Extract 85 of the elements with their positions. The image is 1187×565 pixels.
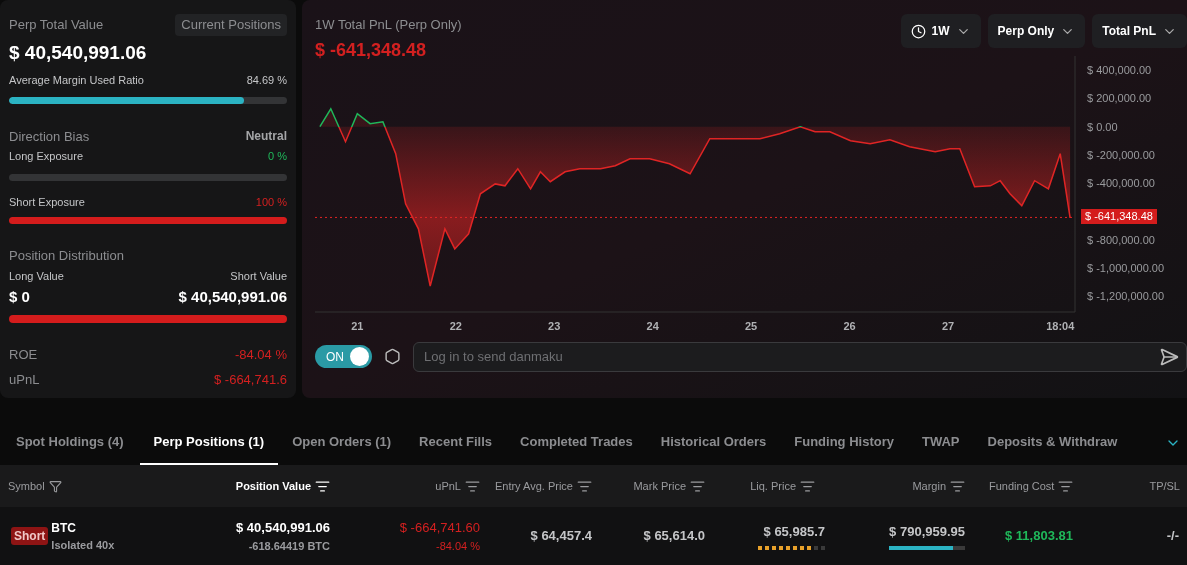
section-title: Direction Bias <box>9 127 90 146</box>
column-header[interactable]: Symbol <box>8 477 45 495</box>
y-axis-label: $ 200,000.00 <box>1087 91 1152 104</box>
x-axis-label: 23 <box>548 319 561 332</box>
stat-value: -84.04 % <box>234 345 287 364</box>
side-badge: Short <box>11 527 49 545</box>
metric-label: Long Value <box>9 268 64 284</box>
table-cell-text: $ 40,540,991.06 <box>236 519 330 537</box>
filter-icon[interactable] <box>48 479 62 493</box>
card-title: Perp Total Value <box>9 16 104 34</box>
table-cell-text: $ 65,985.7 <box>763 523 825 542</box>
sort-icon[interactable] <box>577 478 592 494</box>
tab[interactable]: Deposits & Withdraw <box>973 420 1132 465</box>
metric-value: 84.69 % <box>246 73 287 88</box>
metric-label: Short Exposure <box>9 194 85 210</box>
pnl-value: $ -641,348.48 <box>315 38 428 62</box>
table-cell-text: -/- <box>1166 527 1179 546</box>
tab[interactable]: Completed Trades <box>506 420 647 465</box>
table-cell-text: -618.64419 BTC <box>248 538 330 554</box>
tab[interactable]: TWAP <box>907 420 974 465</box>
sort-icon[interactable] <box>465 478 480 494</box>
column-header[interactable]: Margin <box>912 477 946 495</box>
metric-value: 0 % <box>268 149 287 164</box>
filter-dropdown[interactable]: Perp Only <box>987 14 1086 48</box>
x-axis-label: 24 <box>646 319 659 332</box>
tab[interactable]: Funding History <box>780 420 908 465</box>
metric-label: Average Margin Used Ratio <box>9 73 144 88</box>
column-header[interactable]: Funding Cost <box>989 477 1055 495</box>
y-axis-label: $ -800,000.00 <box>1087 233 1155 246</box>
metric-label: Short Value <box>230 268 287 284</box>
symbol-name: BTC <box>51 519 77 537</box>
margin-mode: Isolated 40x <box>51 537 115 553</box>
danmaku-input[interactable]: Log in to send danmaku <box>413 341 1187 372</box>
x-axis-label: 27 <box>941 319 955 332</box>
x-axis-label: 18:04 <box>1046 319 1075 332</box>
sort-icon[interactable] <box>950 478 965 494</box>
stat-value: $ -664,741.6 <box>214 371 287 389</box>
column-header[interactable]: uPnL <box>435 477 461 495</box>
settings-icon[interactable] <box>384 348 401 365</box>
column-header[interactable]: TP/SL <box>1149 477 1180 495</box>
table-cell-text: $ -664,741.60 <box>399 519 480 537</box>
long-value: $ 0 <box>9 287 30 307</box>
column-header[interactable]: Mark Price <box>633 477 686 495</box>
y-axis-label: $ -400,000.00 <box>1087 176 1155 189</box>
filter-dropdown[interactable]: 1W <box>900 14 981 48</box>
column-header[interactable]: Liq. Price <box>750 477 796 495</box>
sort-icon[interactable] <box>690 478 705 494</box>
current-value-tag: $ -641,348.48 <box>1081 209 1157 225</box>
chart-title: 1W Total PnL (Perp Only) <box>315 16 462 34</box>
metric-value: 100 % <box>255 194 287 210</box>
stat-label: ROE <box>9 345 38 364</box>
total-value: $ 40,540,991.06 <box>9 40 148 65</box>
y-axis-label: $ 0.00 <box>1087 120 1118 133</box>
x-axis-label: 25 <box>745 319 758 332</box>
tab[interactable]: Open Orders (1) <box>278 420 406 465</box>
danmaku-toggle[interactable]: ON <box>315 345 372 368</box>
stat-label: uPnL <box>9 371 40 389</box>
table-cell-text: -84.04 % <box>435 538 480 554</box>
send-icon[interactable] <box>1159 346 1179 367</box>
short-value: $ 40,540,991.06 <box>178 287 287 307</box>
y-axis-label: $ -1,200,000.00 <box>1087 289 1165 302</box>
table-cell-text: $ 64,457.4 <box>530 527 592 546</box>
sort-icon[interactable] <box>315 478 330 494</box>
section-title: Position Distribution <box>9 247 125 265</box>
tab[interactable]: Spot Holdings (4) <box>0 420 140 465</box>
y-axis-label: $ 400,000.00 <box>1087 63 1152 76</box>
table-cell-text: $ 65,614.0 <box>643 527 705 546</box>
clock-icon <box>910 23 926 39</box>
tab[interactable]: Historical Orders <box>646 420 781 465</box>
column-header[interactable]: Entry Avg. Price <box>494 477 573 495</box>
x-axis-label: 26 <box>843 319 856 332</box>
x-axis-label: 22 <box>449 319 462 332</box>
tab[interactable]: Recent Fills <box>405 420 507 465</box>
table-cell-text: $ 11,803.81 <box>1005 527 1073 546</box>
direction-value: Neutral <box>245 127 287 145</box>
sort-icon[interactable] <box>1058 478 1074 494</box>
x-axis-label: 21 <box>351 319 364 332</box>
metric-label: Long Exposure <box>9 149 83 164</box>
sort-icon[interactable] <box>800 478 815 494</box>
y-axis-label: $ -1,000,000.00 <box>1087 261 1165 274</box>
column-header[interactable]: Position Value <box>235 477 311 495</box>
filter-dropdown[interactable]: Total PnL <box>1092 14 1187 48</box>
current-positions-badge: Current Positions <box>175 14 287 36</box>
y-axis-label: $ -200,000.00 <box>1087 148 1155 161</box>
table-cell-text: $ 790,959.95 <box>889 523 965 542</box>
